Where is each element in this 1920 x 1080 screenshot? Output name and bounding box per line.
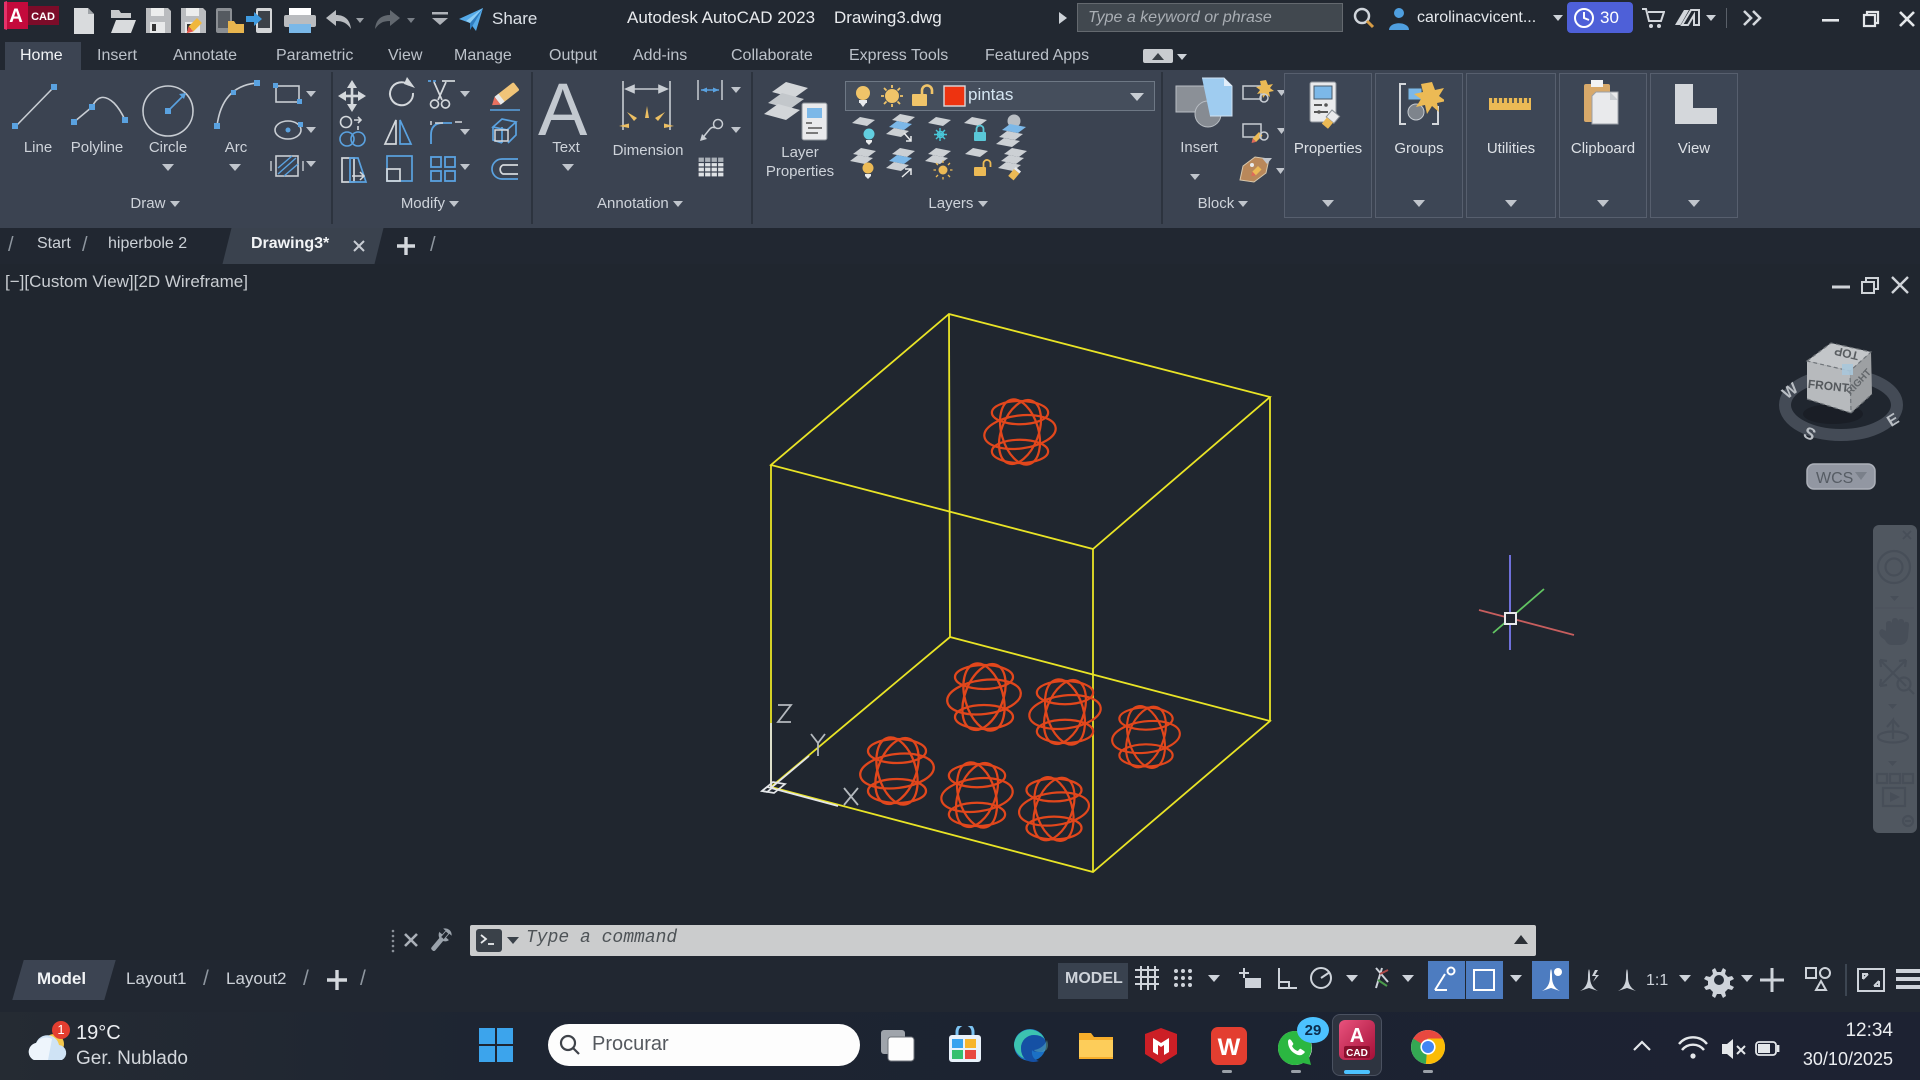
svg-text:A: A bbox=[9, 6, 23, 27]
svg-text:1:1: 1:1 bbox=[1646, 972, 1668, 989]
svg-text:1: 1 bbox=[57, 1022, 64, 1037]
svg-text:A: A bbox=[1350, 1025, 1364, 1047]
svg-text:CAD: CAD bbox=[31, 11, 55, 23]
svg-text:CAD: CAD bbox=[1346, 1048, 1368, 1059]
svg-text:WCS: WCS bbox=[1816, 470, 1853, 487]
svg-text:29: 29 bbox=[1305, 1022, 1322, 1039]
svg-text:W: W bbox=[1218, 1034, 1241, 1061]
